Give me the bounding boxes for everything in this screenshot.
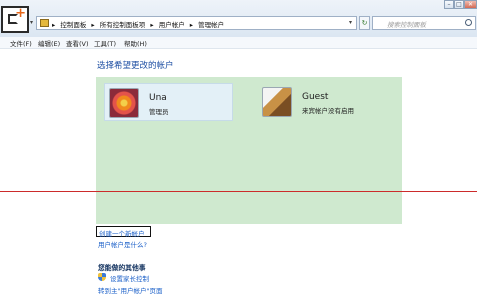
- menu-bar: 文件(F) 编辑(E) 查看(V) 工具(T) 帮助(H): [0, 37, 477, 49]
- breadcrumb-user-accounts[interactable]: 用户帐户: [159, 21, 185, 29]
- shield-icon: [98, 273, 106, 281]
- what-is-account-link[interactable]: 用户帐户是什么?: [98, 239, 147, 249]
- menu-file[interactable]: 文件(F): [10, 38, 32, 48]
- refresh-icon: ↻: [361, 19, 368, 27]
- breadcrumb-all-items[interactable]: 所有控制面板项: [100, 21, 146, 29]
- minimize-button[interactable]: –: [444, 0, 454, 9]
- search-icon[interactable]: [465, 19, 472, 26]
- account-role: 来宾帐户没有启用: [302, 107, 354, 115]
- create-account-link[interactable]: 创建一个新帐户: [99, 228, 145, 238]
- breadcrumb-separator-icon[interactable]: ▸: [190, 21, 193, 29]
- go-to-user-accounts-link[interactable]: 转到主"用户帐户"页面: [98, 285, 162, 295]
- breadcrumb: ▸ 控制面板 ▸ 所有控制面板项 ▸ 用户帐户 ▸ 管理帐户: [52, 19, 227, 29]
- address-bar[interactable]: ▸ 控制面板 ▸ 所有控制面板项 ▸ 用户帐户 ▸ 管理帐户 ▾: [36, 16, 357, 30]
- breadcrumb-manage-accounts[interactable]: 管理帐户: [198, 21, 224, 29]
- breadcrumb-separator-icon[interactable]: ▸: [150, 21, 153, 29]
- red-divider-line: [0, 191, 477, 192]
- control-panel-icon: [40, 19, 49, 27]
- search-placeholder: 搜索控制面板: [387, 21, 426, 29]
- menu-view[interactable]: 查看(V): [66, 38, 89, 48]
- refresh-button[interactable]: ↻: [359, 16, 370, 30]
- back-logo-icon[interactable]: +: [1, 6, 29, 33]
- window-controls: – □ ✕: [444, 0, 477, 10]
- breadcrumb-separator-icon[interactable]: ▸: [91, 21, 94, 29]
- address-dropdown-icon[interactable]: ▾: [349, 19, 352, 26]
- breadcrumb-control-panel[interactable]: 控制面板: [60, 21, 86, 29]
- create-account-highlight: 创建一个新帐户: [96, 226, 151, 238]
- parental-controls-link[interactable]: 设置家长控制: [110, 273, 149, 283]
- search-input[interactable]: 搜索控制面板: [372, 16, 476, 30]
- account-name: Una: [149, 93, 167, 103]
- account-tile-una[interactable]: Una 管理员: [104, 83, 233, 121]
- close-button[interactable]: ✕: [464, 0, 477, 9]
- maximize-button[interactable]: □: [454, 0, 464, 9]
- recent-pages-chevron-icon[interactable]: ▾: [30, 19, 33, 26]
- flower-avatar-icon: [109, 88, 139, 118]
- account-tile-guest[interactable]: Guest 来宾帐户没有启用: [258, 83, 388, 121]
- breadcrumb-separator-icon[interactable]: ▸: [52, 21, 55, 29]
- other-tasks-heading: 您能做的其他事: [98, 264, 146, 272]
- account-name: Guest: [302, 92, 329, 102]
- briefcase-avatar-icon: [262, 87, 292, 117]
- menu-edit[interactable]: 编辑(E): [38, 38, 60, 48]
- menu-tools[interactable]: 工具(T): [94, 38, 116, 48]
- account-role: 管理员: [149, 108, 169, 116]
- menu-help[interactable]: 帮助(H): [124, 38, 147, 48]
- page-title: 选择希望更改的帐户: [97, 61, 174, 71]
